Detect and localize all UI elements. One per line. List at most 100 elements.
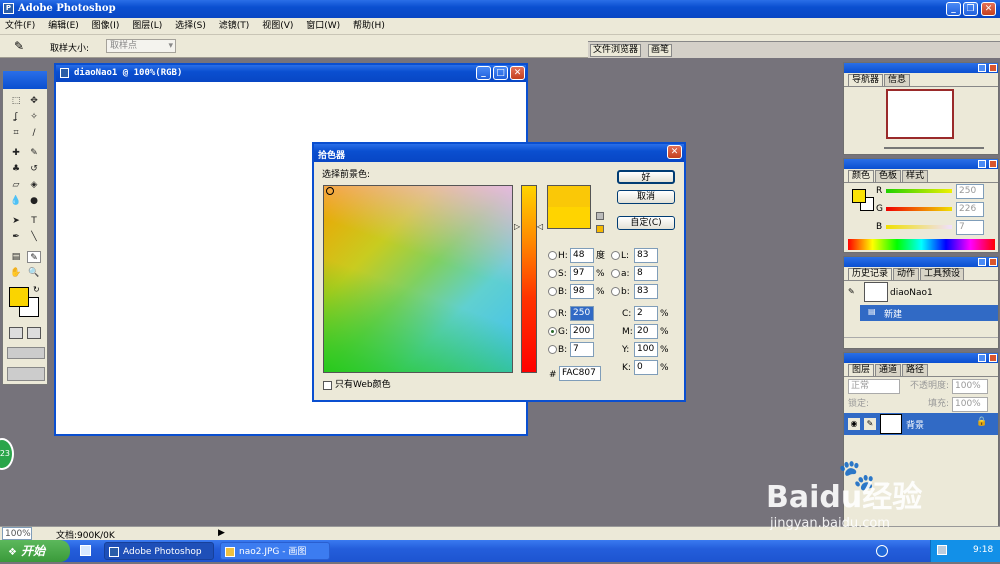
taskbar-photoshop[interactable]: Adobe Photoshop: [104, 542, 214, 560]
field-k[interactable]: 0: [634, 360, 658, 375]
history-state-row[interactable]: ▤ 新建: [860, 305, 998, 321]
swap-colors-icon[interactable]: ↻: [33, 285, 40, 294]
tray-network-icon[interactable]: [937, 545, 947, 555]
foreground-color-swatch[interactable]: [9, 287, 29, 307]
cancel-button[interactable]: 取消: [617, 190, 675, 204]
menu-edit[interactable]: 编辑(E): [43, 18, 84, 35]
custom-button[interactable]: 自定(C): [617, 216, 675, 230]
move-tool-icon[interactable]: ✥: [27, 95, 41, 107]
history-minimize-icon[interactable]: [978, 258, 986, 266]
doc-maximize-button[interactable]: □: [493, 66, 508, 80]
tab-info[interactable]: 信息: [884, 74, 911, 86]
color-field-cursor[interactable]: [326, 187, 334, 195]
radio-l[interactable]: [611, 251, 620, 260]
paint-bucket-tool-icon[interactable]: ◈: [27, 179, 41, 191]
close-button[interactable]: ✕: [981, 2, 996, 16]
tab-tool-presets[interactable]: 工具预设: [920, 268, 965, 280]
layers-minimize-icon[interactable]: [978, 354, 986, 362]
web-color-icon[interactable]: [596, 225, 604, 233]
history-brush-source-icon[interactable]: ✎: [848, 287, 855, 296]
notes-tool-icon[interactable]: ▤: [9, 251, 23, 263]
tab-color[interactable]: 颜色: [848, 170, 875, 182]
field-s[interactable]: 97: [570, 266, 594, 281]
restore-button[interactable]: ❐: [963, 2, 978, 16]
tray-arrow-icon[interactable]: [876, 545, 888, 557]
taskbar-paint[interactable]: nao2.JPG - 画图: [220, 542, 330, 560]
navigator-close-icon[interactable]: [989, 64, 997, 72]
color-b-slider[interactable]: [886, 225, 952, 229]
minimize-button[interactable]: _: [946, 2, 961, 16]
blur-tool-icon[interactable]: 💧: [9, 195, 23, 207]
picker-close-button[interactable]: ✕: [667, 145, 682, 159]
field-lab-b[interactable]: 83: [634, 284, 658, 299]
dodge-tool-icon[interactable]: ●: [27, 195, 41, 207]
menu-view[interactable]: 视图(V): [257, 18, 298, 35]
doc-minimize-button[interactable]: _: [476, 66, 491, 80]
field-y[interactable]: 100: [634, 342, 658, 357]
color-r-slider[interactable]: [886, 189, 952, 193]
hue-slider-left-arrow[interactable]: ▷: [514, 222, 520, 231]
color-close-icon[interactable]: [989, 160, 997, 168]
sample-size-select[interactable]: 取样点 ▾: [106, 39, 176, 53]
field-a[interactable]: 8: [634, 266, 658, 281]
navigator-zoom-slider[interactable]: [884, 147, 984, 149]
field-r[interactable]: 250: [570, 306, 594, 321]
radio-a[interactable]: [611, 269, 620, 278]
lasso-tool-icon[interactable]: ʆ: [9, 111, 23, 123]
eraser-tool-icon[interactable]: ▱: [9, 179, 23, 191]
slice-tool-icon[interactable]: ∕: [27, 127, 41, 139]
radio-lab-b[interactable]: [611, 287, 620, 296]
eyedropper-tool-icon[interactable]: ✎: [27, 251, 41, 263]
menu-image[interactable]: 图像(I): [87, 18, 125, 35]
crop-tool-icon[interactable]: ⌗: [9, 127, 23, 139]
menu-help[interactable]: 帮助(H): [348, 18, 390, 35]
history-snapshot-name[interactable]: diaoNao1: [890, 287, 933, 299]
line-tool-icon[interactable]: ╲: [27, 231, 41, 243]
stamp-tool-icon[interactable]: ♣: [9, 163, 23, 175]
eye-icon[interactable]: ◉: [848, 418, 860, 430]
marquee-tool-icon[interactable]: ⬚: [9, 95, 23, 107]
radio-h[interactable]: [548, 251, 557, 260]
path-selection-tool-icon[interactable]: ➤: [9, 215, 23, 227]
menu-filter[interactable]: 滤镜(T): [214, 18, 255, 35]
menu-file[interactable]: 文件(F): [0, 18, 40, 35]
hue-slider[interactable]: [521, 185, 537, 373]
healing-brush-tool-icon[interactable]: ✚: [9, 147, 23, 159]
pen-tool-icon[interactable]: ✒: [9, 231, 23, 243]
color-minimize-icon[interactable]: [978, 160, 986, 168]
field-hex[interactable]: FAC807: [559, 366, 601, 381]
quick-mask-off-icon[interactable]: [9, 327, 23, 339]
tab-navigator[interactable]: 导航器: [848, 74, 884, 86]
tab-paths[interactable]: 路径: [902, 364, 929, 376]
brush-tool-icon[interactable]: ✎: [27, 147, 41, 159]
hue-slider-right-arrow[interactable]: ◁: [537, 222, 543, 231]
field-b[interactable]: 98: [570, 284, 594, 299]
color-g-field[interactable]: 226: [956, 202, 984, 217]
blend-mode-select[interactable]: 正常: [848, 379, 900, 394]
navigator-thumbnail[interactable]: [886, 89, 954, 139]
field-h[interactable]: 48: [570, 248, 594, 263]
zoom-tool-icon[interactable]: 🔍: [27, 267, 41, 279]
tab-layers[interactable]: 图层: [848, 364, 875, 376]
menu-select[interactable]: 选择(S): [170, 18, 211, 35]
gamut-warning-icon[interactable]: [596, 212, 604, 220]
radio-blue[interactable]: [548, 345, 557, 354]
field-blue[interactable]: 7: [570, 342, 594, 357]
zoom-field[interactable]: 100%: [2, 527, 32, 540]
color-r-field[interactable]: 250: [956, 184, 984, 199]
well-tab-brushes[interactable]: 画笔: [648, 44, 673, 57]
fill-field[interactable]: 100%: [952, 397, 988, 412]
color-field[interactable]: [323, 185, 513, 373]
doc-close-button[interactable]: ✕: [510, 66, 525, 80]
quicklaunch-icon[interactable]: [80, 545, 91, 556]
radio-s[interactable]: [548, 269, 557, 278]
field-c[interactable]: 2: [634, 306, 658, 321]
tab-styles[interactable]: 样式: [902, 170, 929, 182]
radio-r[interactable]: [548, 309, 557, 318]
eyedropper-icon[interactable]: ✎: [14, 39, 24, 53]
history-close-icon[interactable]: [989, 258, 997, 266]
opacity-field[interactable]: 100%: [952, 379, 988, 394]
navigator-minimize-icon[interactable]: [978, 64, 986, 72]
field-l[interactable]: 83: [634, 248, 658, 263]
color-g-slider[interactable]: [886, 207, 952, 211]
